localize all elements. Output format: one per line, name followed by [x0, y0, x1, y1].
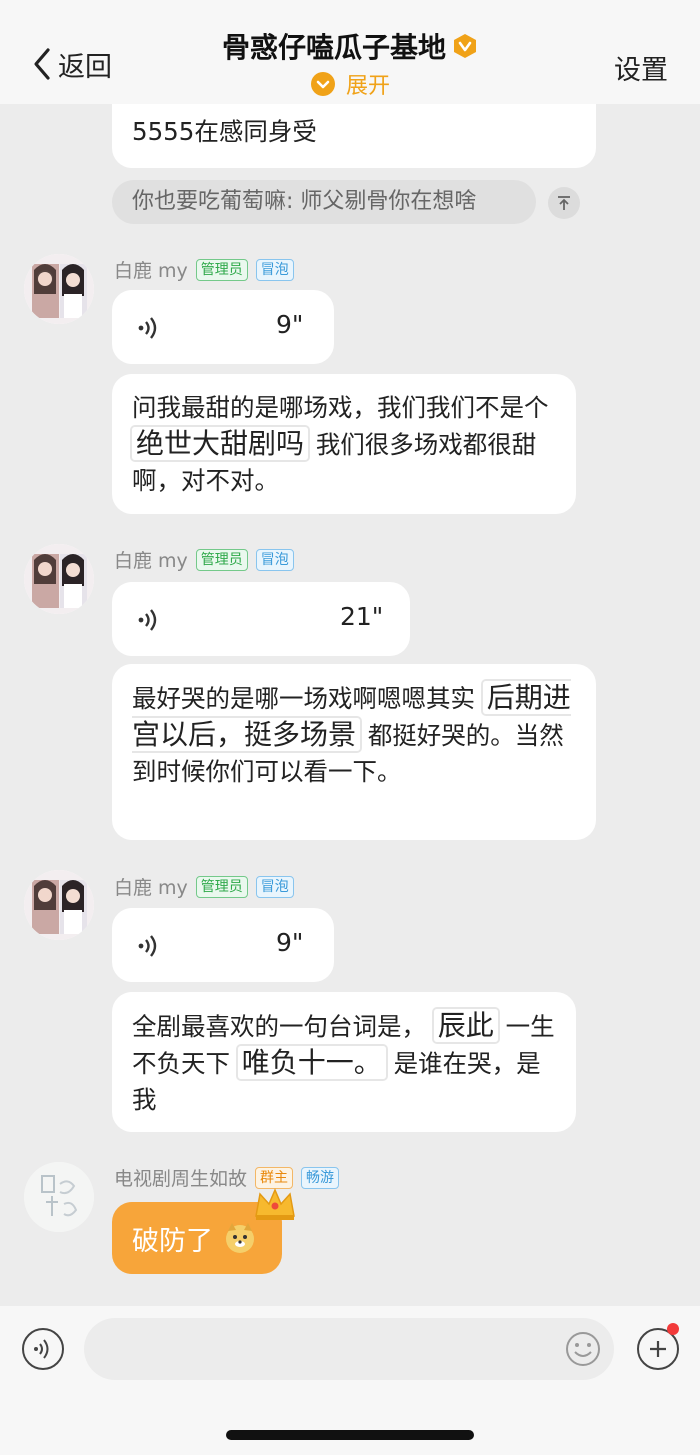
highlighted-text: 辰此 [433, 1009, 498, 1042]
avatar-photo [24, 870, 94, 940]
message-text: 全剧最喜欢的一句台词是， [132, 1012, 426, 1041]
level-tag: 冒泡 [255, 258, 294, 281]
chevron-down-circle-icon [310, 72, 335, 96]
avatar[interactable] [24, 1162, 94, 1232]
message-bubble: 最好哭的是哪一场戏啊嗯嗯其实 后期进宫以后，挺多场景 都挺好哭的。当然到时候你们… [112, 664, 596, 840]
message-text: 问我最甜的是哪场戏，我们我们不是个 [132, 393, 549, 422]
voice-message[interactable]: 9" [112, 908, 334, 982]
voice-duration: 21" [340, 602, 384, 631]
message-bubble: 问我最甜的是哪场戏，我们我们不是个 绝世大甜剧吗 我们很多场戏都很甜啊，对不对。 [112, 374, 576, 514]
plus-icon [650, 1341, 666, 1357]
settings-button[interactable]: 设置 [614, 48, 668, 87]
title-area: 骨惑仔嗑瓜子基地 [0, 26, 700, 66]
message-text: 5555在感同身受 [132, 117, 317, 146]
nav-header: 返回 骨惑仔嗑瓜子基地 展开 设置 [0, 0, 700, 104]
expand-label: 展开 [345, 74, 390, 99]
voice-wave-icon [138, 609, 157, 631]
message-bubble: 全剧最喜欢的一句台词是， 辰此 一生不负天下 唯负十一。 是谁在哭，是我 [112, 992, 576, 1132]
avatar[interactable] [24, 544, 94, 614]
voice-duration: 9" [276, 310, 304, 339]
sender-row: 电视剧周生如故 群主 畅游 [114, 1164, 340, 1191]
sender-row: 白鹿 my 管理员 冒泡 [114, 873, 294, 900]
level-tag: 畅游 [301, 1166, 340, 1189]
sender-name[interactable]: 白鹿 my [114, 873, 188, 900]
message-text: 最好哭的是哪一场戏啊嗯嗯其实 [132, 684, 475, 713]
sender-name[interactable]: 电视剧周生如故 [114, 1164, 247, 1191]
jump-to-quote-button[interactable] [548, 187, 580, 219]
drama-logo-avatar [24, 1162, 94, 1232]
avatar-photo [24, 544, 94, 614]
admin-tag: 管理员 [195, 548, 248, 571]
voice-wave-icon [34, 1339, 49, 1359]
message-text: 破防了 [132, 1225, 213, 1257]
page-title: 骨惑仔嗑瓜子基地 [222, 26, 478, 66]
sender-name[interactable]: 白鹿 my [114, 256, 188, 283]
admin-tag: 管理员 [195, 258, 248, 281]
group-title: 骨惑仔嗑瓜子基地 [221, 31, 446, 64]
admin-tag: 管理员 [195, 875, 248, 898]
avatar[interactable] [24, 254, 94, 324]
emoji-icon[interactable] [564, 1330, 602, 1368]
expand-toggle[interactable]: 展开 [0, 68, 700, 100]
sender-row: 白鹿 my 管理员 冒泡 [114, 256, 294, 283]
dog-emoji-icon [226, 1223, 254, 1253]
voice-wave-icon [138, 935, 157, 957]
crown-icon [255, 1188, 295, 1220]
reply-quote[interactable]: 你也要吃葡萄嘛: 师父剔骨你在想啥 [112, 180, 536, 224]
highlighted-text: 绝世大甜剧吗 [132, 427, 309, 460]
voice-duration: 9" [276, 928, 304, 957]
message-input[interactable] [84, 1318, 614, 1380]
verified-badge-icon [454, 34, 476, 58]
voice-message[interactable]: 21" [112, 582, 410, 656]
notification-dot [667, 1323, 679, 1335]
arrow-up-icon [558, 196, 570, 210]
avatar-photo [24, 254, 94, 324]
level-tag: 冒泡 [255, 875, 294, 898]
home-indicator[interactable] [226, 1430, 474, 1440]
sender-row: 白鹿 my 管理员 冒泡 [114, 546, 294, 573]
composer-bar [0, 1306, 700, 1455]
sender-name[interactable]: 白鹿 my [114, 546, 188, 573]
level-tag: 冒泡 [255, 548, 294, 571]
avatar[interactable] [24, 870, 94, 940]
voice-input-button[interactable] [22, 1328, 64, 1370]
voice-message[interactable]: 9" [112, 290, 334, 364]
voice-wave-icon [138, 317, 157, 339]
highlighted-text: 唯负十一。 [237, 1046, 386, 1079]
